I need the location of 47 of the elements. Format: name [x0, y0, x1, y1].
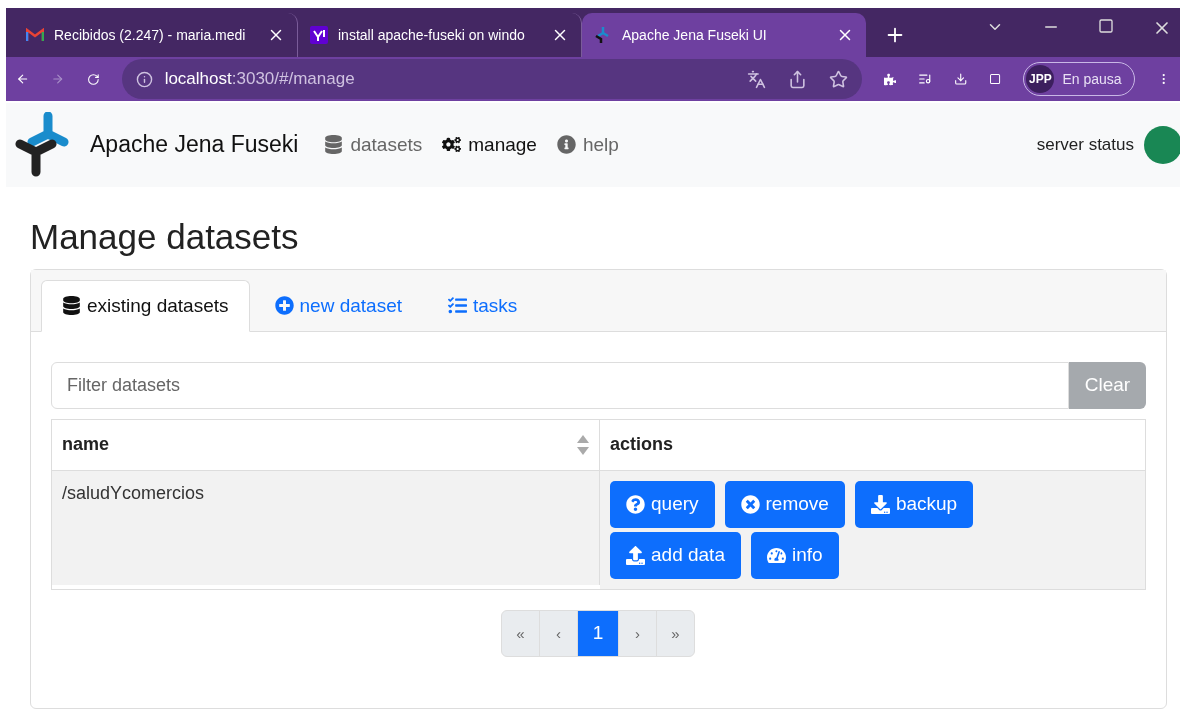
page-button[interactable]: ‹: [539, 610, 578, 657]
url-text: localhost:3030/#/manage: [164, 69, 355, 90]
nav-link[interactable]: help: [556, 133, 619, 156]
tab-title: Recibidos (2.247) - maria.medi: [54, 27, 247, 44]
info-icon: [135, 70, 153, 88]
avatar: JPP: [1026, 65, 1055, 94]
database-icon: [324, 135, 344, 155]
upload-icon: [626, 546, 645, 565]
server-status-label: server status: [1036, 134, 1134, 155]
nav-link[interactable]: datasets: [324, 133, 423, 156]
tab[interactable]: existing datasets: [41, 280, 250, 332]
action-button[interactable]: query: [610, 481, 715, 528]
filter-field[interactable]: Filter datasets: [51, 362, 1069, 409]
column-header: actions: [600, 420, 1145, 471]
question-icon: [626, 495, 645, 514]
action-button[interactable]: info: [750, 532, 839, 579]
checklist-icon: [448, 296, 467, 316]
envelope-icon: [26, 28, 44, 43]
page-button[interactable]: ›: [618, 610, 657, 657]
tab[interactable]: new dataset: [253, 280, 423, 332]
share-icon[interactable]: [787, 69, 807, 89]
action-button[interactable]: backup: [854, 481, 974, 528]
page-button[interactable]: »: [656, 610, 695, 657]
brand-name: Apache Jena Fuseki: [90, 131, 299, 159]
browser-tab[interactable]: Apache Jena Fuseki UI: [582, 13, 866, 58]
tab[interactable]: tasks: [427, 280, 539, 332]
database-icon: [62, 296, 81, 316]
info-icon: [556, 135, 576, 155]
address-bar[interactable]: localhost:3030/#/manage: [121, 59, 862, 100]
page-button[interactable]: 1: [577, 610, 619, 657]
action-button[interactable]: remove: [724, 481, 845, 528]
table-cell: /saludYcomercios: [52, 471, 600, 585]
nav-link[interactable]: manage: [442, 133, 537, 156]
tab-title: Apache Jena Fuseki UI: [622, 27, 768, 44]
page-title: Manage datasets: [30, 217, 300, 257]
page-button[interactable]: «: [501, 610, 540, 657]
status-indicator: [1144, 125, 1180, 164]
star-icon[interactable]: [828, 69, 848, 89]
action-button[interactable]: add data: [610, 532, 741, 579]
maximize-icon[interactable]: [1098, 18, 1114, 34]
tab-title: install apache-fuseki on windo: [338, 27, 526, 44]
download-icon: [870, 495, 890, 514]
gears-icon: [442, 135, 462, 155]
translate-icon[interactable]: [746, 69, 766, 89]
gauge-icon: [766, 546, 786, 565]
column-header[interactable]: name: [52, 420, 600, 471]
yahoo-icon: [310, 26, 328, 45]
